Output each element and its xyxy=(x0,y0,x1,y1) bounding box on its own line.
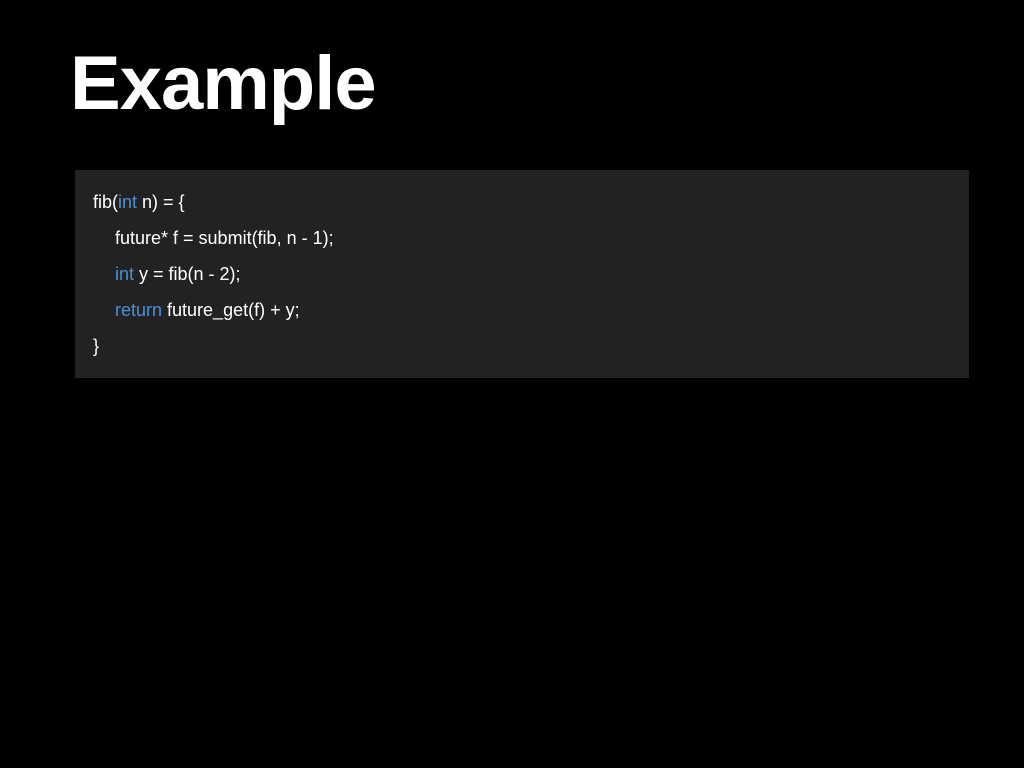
code-block: fib(int n) = { future* f = submit(fib, n… xyxy=(75,170,969,378)
code-line-5: } xyxy=(93,328,951,364)
code-line-4: return future_get(f) + y; xyxy=(93,292,951,328)
code-text: future_get(f) + y; xyxy=(162,300,300,320)
code-text: future* f = submit(fib, n - 1); xyxy=(115,228,334,248)
code-text: n) = { xyxy=(137,192,185,212)
code-text: fib( xyxy=(93,192,118,212)
keyword-int: int xyxy=(115,264,134,284)
slide-title: Example xyxy=(70,40,376,127)
keyword-return: return xyxy=(115,300,162,320)
keyword-int: int xyxy=(118,192,137,212)
code-text: y = fib(n - 2); xyxy=(134,264,241,284)
code-line-3: int y = fib(n - 2); xyxy=(93,256,951,292)
code-text: } xyxy=(93,336,99,356)
code-line-2: future* f = submit(fib, n - 1); xyxy=(93,220,951,256)
code-line-1: fib(int n) = { xyxy=(93,184,951,220)
